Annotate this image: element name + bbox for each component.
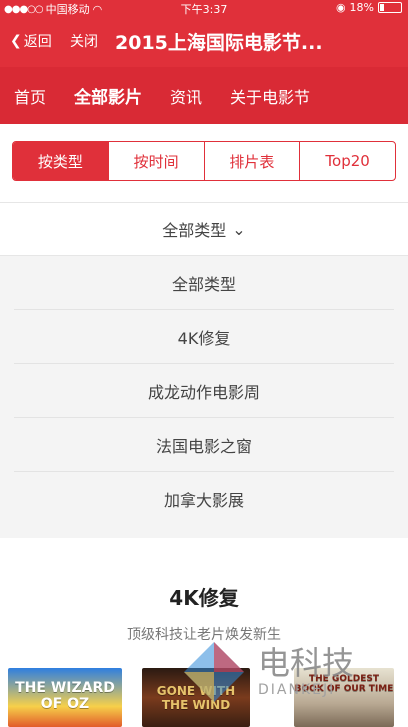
tab-schedule[interactable]: 排片表 — [205, 142, 301, 180]
poster-title: THE WIZARD OF OZ — [15, 680, 115, 712]
category-options-list: 全部类型 4K修复 成龙动作电影周 法国电影之窗 加拿大影展 — [0, 256, 408, 538]
tab-by-type[interactable]: 按类型 — [13, 142, 109, 180]
section-title: 4K修复 — [169, 586, 239, 610]
page-title: 2015上海国际电影节... — [115, 32, 323, 54]
category-dropdown[interactable]: 全部类型 ⌄ — [0, 202, 408, 256]
close-button[interactable]: 关闭 — [70, 31, 98, 51]
nav-bar: ❮ 返回 关闭 2015上海国际电影节... — [0, 16, 408, 67]
tab-top20[interactable]: Top20 — [300, 142, 395, 180]
watermark-subtext: DIANKEJI — [258, 682, 336, 698]
menu-item-home[interactable]: 首页 — [0, 84, 60, 108]
tab-by-time[interactable]: 按时间 — [109, 142, 205, 180]
option-4k-restored[interactable]: 4K修复 — [14, 310, 394, 364]
filter-segmented-control: 按类型 按时间 排片表 Top20 — [12, 141, 396, 181]
dropdown-selected-label: 全部类型 — [162, 221, 227, 240]
menu-item-news[interactable]: 资讯 — [156, 84, 216, 108]
segment-area: 按类型 按时间 排片表 Top20 — [0, 124, 408, 202]
back-label: 返回 — [23, 34, 52, 50]
option-canada-showcase[interactable]: 加拿大影展 — [14, 472, 394, 525]
option-french-window[interactable]: 法国电影之窗 — [14, 418, 394, 472]
option-jackie-chan-week[interactable]: 成龙动作电影周 — [14, 364, 394, 418]
battery-icon — [378, 2, 402, 13]
watermark-logo-icon — [184, 642, 244, 702]
status-bar: ●●●○○ 中国移动 ◠ 下午3:37 ◉ 18% — [0, 0, 408, 16]
chevron-left-icon: ❮ — [10, 33, 22, 49]
battery-percent: 18% — [349, 1, 374, 14]
watermark-text: 电科技 — [258, 644, 355, 682]
status-right: ◉ 18% — [336, 1, 402, 14]
chevron-down-icon: ⌄ — [232, 219, 246, 239]
poster-wizard-of-oz[interactable]: THE WIZARD OF OZ — [8, 668, 122, 727]
menu-item-about[interactable]: 关于电影节 — [216, 84, 324, 108]
lock-rotation-icon: ◉ — [335, 1, 346, 14]
back-button[interactable]: ❮ 返回 — [10, 31, 52, 51]
watermark: 电科技 DIANKEJI — [178, 636, 408, 727]
option-all-types[interactable]: 全部类型 — [14, 256, 394, 310]
top-menu: 首页 全部影片 资讯 关于电影节 — [0, 67, 408, 124]
menu-item-all-films[interactable]: 全部影片 — [60, 83, 156, 108]
